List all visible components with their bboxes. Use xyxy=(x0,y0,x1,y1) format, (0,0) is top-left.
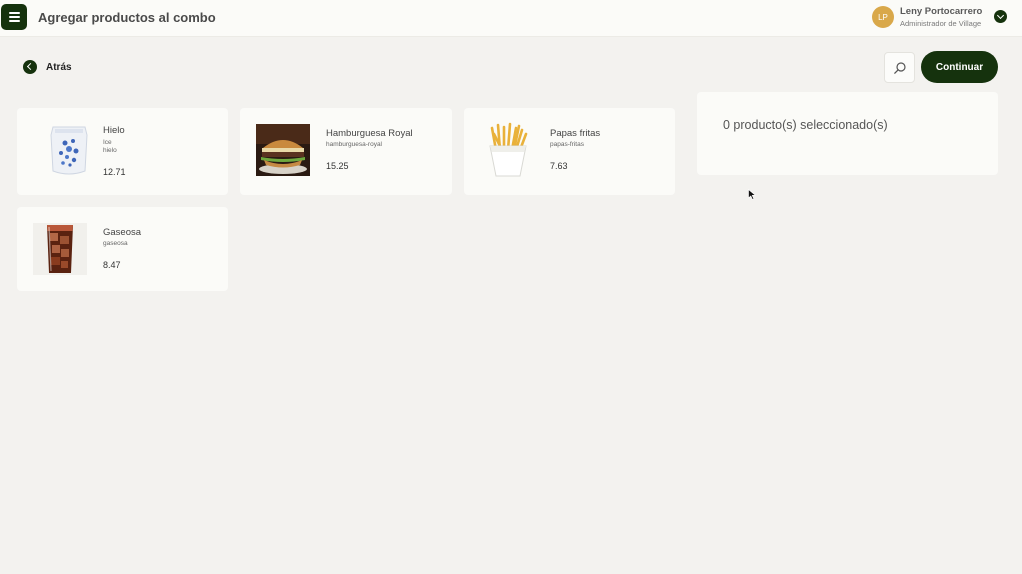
product-price: 12.71 xyxy=(103,167,126,177)
product-image-gaseosa xyxy=(33,223,87,275)
product-price: 8.47 xyxy=(103,260,121,270)
top-bar: Agregar productos al combo LP Leny Porto… xyxy=(0,0,1022,37)
product-tag: hamburguesa-royal xyxy=(326,141,383,148)
product-image-hamburguesa xyxy=(256,124,310,176)
product-image-hielo xyxy=(50,126,88,175)
product-card-hamburguesa-royal[interactable]: Hamburguesa Royal hamburguesa-royal 15.2… xyxy=(240,108,452,195)
back-button[interactable]: Atrás xyxy=(23,60,72,74)
product-tag: hielo xyxy=(103,147,117,154)
product-name: Hielo xyxy=(103,125,125,136)
user-name[interactable]: Leny Portocarrero xyxy=(900,6,982,17)
chevron-down-icon[interactable] xyxy=(994,10,1007,23)
search-button[interactable] xyxy=(884,52,915,83)
menu-icon[interactable] xyxy=(1,4,27,30)
chevron-left-icon[interactable] xyxy=(23,60,37,74)
product-tag: gaseosa xyxy=(103,240,128,247)
selected-count: 0 producto(s) seleccionado(s) xyxy=(723,118,888,132)
product-card-gaseosa[interactable]: Gaseosa gaseosa 8.47 xyxy=(17,207,228,291)
product-name: Papas fritas xyxy=(550,128,601,139)
product-card-papas-fritas[interactable]: Papas fritas papas-fritas 7.63 xyxy=(464,108,675,195)
back-label[interactable]: Atrás xyxy=(46,62,72,73)
product-tag: papas-fritas xyxy=(550,141,584,148)
product-name: Hamburguesa Royal xyxy=(326,128,413,139)
product-name: Gaseosa xyxy=(103,227,142,238)
product-price: 15.25 xyxy=(326,161,349,171)
product-card-hielo[interactable]: Hielo Ice hielo 12.71 xyxy=(17,108,228,195)
search-icon xyxy=(894,62,906,74)
avatar[interactable]: LP xyxy=(872,6,894,28)
mouse-cursor-icon xyxy=(748,189,756,200)
continue-button[interactable]: Continuar xyxy=(921,51,998,83)
product-price: 7.63 xyxy=(550,161,568,171)
selected-products-panel: 0 producto(s) seleccionado(s) xyxy=(697,92,998,175)
product-image-papas-fritas xyxy=(480,122,536,178)
page-title: Agregar productos al combo xyxy=(38,10,216,25)
user-role: Administrador de Village xyxy=(900,19,982,28)
product-tag: Ice xyxy=(103,139,112,146)
